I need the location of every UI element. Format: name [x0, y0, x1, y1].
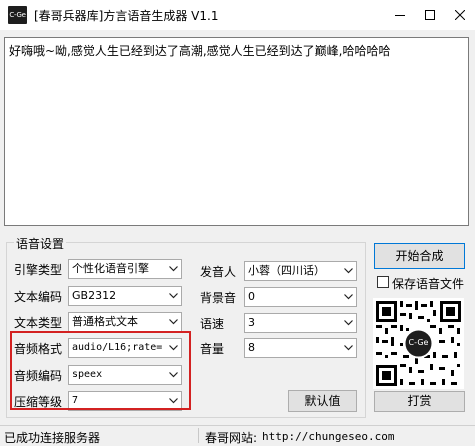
close-button[interactable] [445, 0, 475, 30]
app-logo-icon: C-Ge [8, 6, 27, 24]
chevron-down-icon [341, 288, 356, 306]
start-synthesis-button[interactable]: 开始合成 [374, 243, 465, 269]
background-sound-select[interactable]: 0 [244, 287, 357, 307]
default-values-button[interactable]: 默认值 [288, 390, 357, 412]
speaker-value: 小蓉（四川话） [248, 264, 325, 277]
text-type-label: 文本类型 [14, 316, 63, 330]
minimize-button[interactable] [385, 0, 415, 30]
window-title: [春哥兵器库]方言语音生成器 V1.1 [34, 9, 219, 23]
speed-label: 语速 [200, 317, 225, 331]
website-label: 春哥网站: [205, 431, 258, 445]
status-message: 已成功连接服务器 [4, 431, 101, 445]
website-link[interactable]: http://chungeseo.com [262, 430, 394, 443]
save-audio-checkbox[interactable] [377, 276, 389, 288]
speed-value: 3 [248, 316, 255, 329]
voice-settings-title: 语音设置 [14, 235, 67, 252]
engine-type-label: 引擎类型 [14, 263, 63, 277]
chevron-down-icon [166, 287, 181, 305]
highlight-box [10, 331, 191, 410]
volume-label: 音量 [200, 342, 225, 356]
volume-value: 8 [248, 341, 255, 354]
text-type-value: 普通格式文本 [72, 315, 138, 328]
title-bar: C-Ge [春哥兵器库]方言语音生成器 V1.1 [0, 0, 475, 30]
chevron-down-icon [166, 313, 181, 331]
chevron-down-icon [341, 339, 356, 357]
speaker-select[interactable]: 小蓉（四川话） [244, 261, 357, 281]
save-audio-label: 保存语音文件 [392, 277, 465, 291]
speaker-label: 发音人 [200, 265, 237, 279]
minimize-icon [395, 15, 405, 16]
speed-select[interactable]: 3 [244, 313, 357, 333]
engine-type-select[interactable]: 个性化语音引擎 [68, 259, 182, 279]
qr-center-logo: C-Ge [408, 338, 429, 347]
maximize-button[interactable] [415, 0, 445, 30]
volume-select[interactable]: 8 [244, 338, 357, 358]
text-encoding-label: 文本编码 [14, 290, 63, 304]
text-encoding-select[interactable]: GB2312 [68, 286, 182, 306]
chevron-down-icon [166, 260, 181, 278]
maximize-icon [425, 10, 435, 20]
close-icon [455, 10, 465, 20]
background-sound-value: 0 [248, 290, 255, 303]
text-encoding-value: GB2312 [72, 289, 117, 302]
chevron-down-icon [341, 262, 356, 280]
background-sound-label: 背景音 [200, 291, 237, 305]
status-divider [198, 428, 199, 443]
chevron-down-icon [341, 314, 356, 332]
text-type-select[interactable]: 普通格式文本 [68, 312, 182, 332]
engine-type-value: 个性化语音引擎 [72, 262, 149, 275]
donate-button[interactable]: 打赏 [374, 391, 465, 412]
text-input-area[interactable]: 好嗨哦~呦,感觉人生已经到达了高潮,感觉人生已经到达了巅峰,哈哈哈哈 [4, 37, 469, 226]
app-window: C-Ge [春哥兵器库]方言语音生成器 V1.1 好嗨哦~呦,感觉人生已经到达了… [0, 0, 475, 446]
donate-qr-code: C-Ge [373, 298, 464, 389]
